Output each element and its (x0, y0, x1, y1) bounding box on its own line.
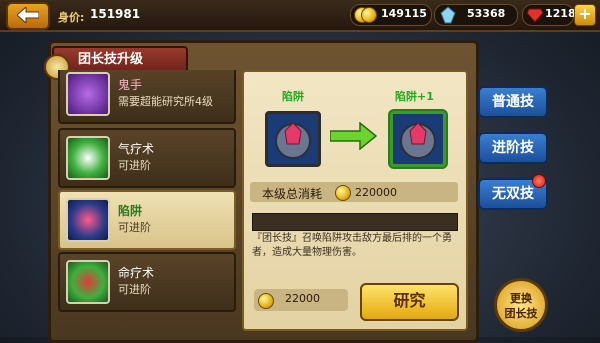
panel-title: 团长技升级 (78, 52, 144, 67)
trap-gear-icon (275, 122, 311, 159)
skill-name: 命疗术 (118, 266, 155, 280)
back-button[interactable] (6, 2, 50, 30)
tab-label: 进阶技 (492, 140, 534, 156)
skill-item-qi-heal[interactable]: 气疗术 可进阶 (58, 128, 236, 188)
total-cost-label: 本级总消耗 (262, 187, 323, 201)
trap-gear-icon (400, 122, 436, 159)
worth-label: 身价: (58, 11, 85, 24)
crystal-resource: 53368 (434, 4, 518, 26)
worth-value: 151981 (90, 7, 141, 21)
tab-label: 普通技 (492, 94, 534, 110)
skill-status: 可进阶 (118, 221, 151, 234)
add-gems-button[interactable]: + (574, 4, 596, 26)
gold-coin-icon (258, 293, 274, 309)
tab-advanced-skill[interactable]: 进阶技 (478, 132, 548, 164)
skill-status: 可进阶 (118, 159, 151, 172)
life-heal-icon (66, 260, 110, 304)
skill-name: 气疗术 (118, 142, 155, 156)
current-skill-slot (265, 111, 321, 167)
next-skill-slot (390, 111, 446, 167)
crystal-value: 53368 (467, 7, 506, 20)
swap-label-line2: 团长技 (504, 307, 538, 320)
gold-coin-icon (335, 185, 351, 201)
skill-status: 可进阶 (118, 283, 151, 296)
skill-name: 鬼手 (118, 78, 143, 92)
progress-bar (252, 213, 458, 231)
tab-label: 无双技 (492, 186, 534, 202)
next-level-label: 陷阱+1 (395, 90, 434, 103)
skill-name: 陷阱 (118, 204, 143, 218)
gold-value: 149115 (381, 7, 427, 20)
gold-resource: 149115 (350, 4, 432, 26)
swap-label-line1: 更换 (510, 292, 532, 305)
research-price: 22000 (285, 292, 320, 305)
skill-item-trap[interactable]: 陷阱 可进阶 (58, 190, 236, 250)
ruby-icon (526, 8, 544, 23)
ghost-hand-icon (66, 72, 110, 116)
skill-description: 『团长技』召唤陷阱攻击敌方最后排的一个勇者，造成大量物理伤害。 (252, 233, 452, 258)
research-button[interactable]: 研究 (360, 283, 459, 321)
gem-resource: 1218 (522, 4, 576, 26)
crystal-icon (440, 6, 456, 24)
back-arrow-icon (17, 7, 39, 23)
swap-leader-skill-button[interactable]: 更换 团长技 (494, 278, 548, 332)
current-level-label: 陷阱 (282, 90, 304, 103)
skill-status: 需要超能研究所4级 (118, 95, 213, 108)
skill-item-life-heal[interactable]: 命疗术 可进阶 (58, 252, 236, 312)
skill-item-ghost-hand[interactable]: 鬼手 需要超能研究所4级 (58, 70, 236, 124)
skill-list[interactable]: 鬼手 需要超能研究所4级 气疗术 可进阶 陷阱 可进阶 命疗术 可进阶 (58, 70, 238, 337)
total-cost-value: 220000 (355, 186, 397, 199)
qi-heal-icon (66, 136, 110, 180)
gold-coin-icon (361, 7, 377, 23)
gem-value: 1218 (545, 7, 576, 20)
notification-dot (532, 174, 546, 188)
trap-icon (66, 198, 110, 242)
tab-normal-skill[interactable]: 普通技 (478, 86, 548, 118)
